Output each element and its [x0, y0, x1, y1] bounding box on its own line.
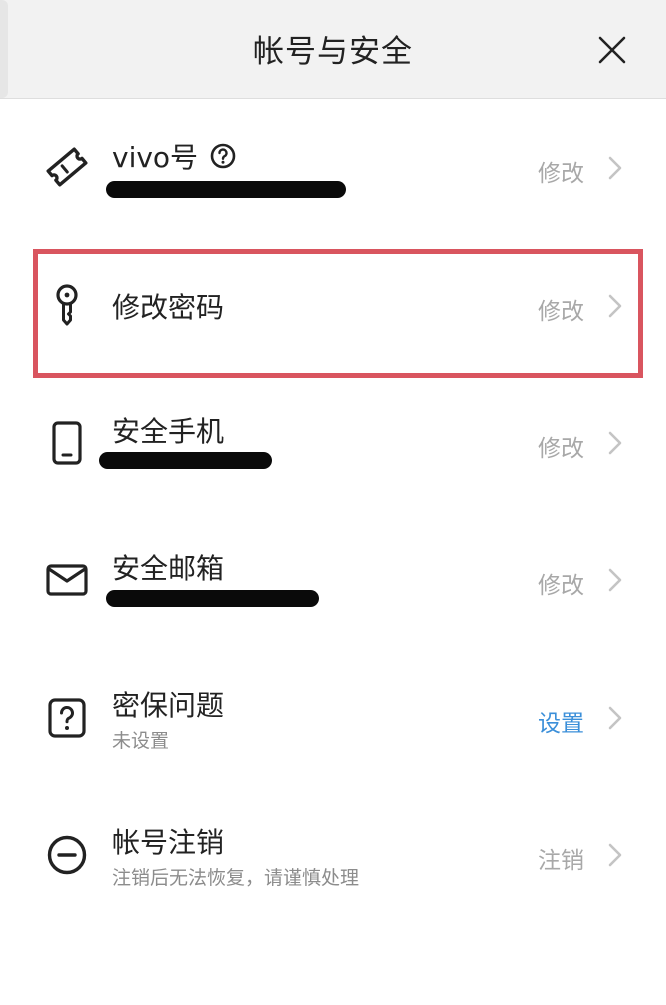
chevron-right-icon [608, 568, 622, 592]
page-title: 帐号与安全 [253, 34, 413, 70]
question-icon [44, 695, 90, 741]
row-security-email[interactable]: 安全邮箱 修改 [0, 520, 666, 640]
chevron-right-icon [608, 431, 622, 455]
row-title: 密保问题 [112, 689, 225, 722]
mail-icon [44, 557, 90, 603]
close-button[interactable] [590, 28, 634, 72]
redacted-value [99, 452, 272, 469]
row-title: vivo号 [112, 136, 236, 176]
row-vivo-id[interactable]: vivo号 修改 [0, 108, 666, 228]
row-subtitle: 注销后无法恢复，请谨慎处理 [112, 867, 360, 889]
chevron-right-icon [608, 156, 622, 180]
row-security-question[interactable]: 密保问题 未设置 设置 [0, 658, 666, 778]
minus-circle-icon [44, 832, 90, 878]
action-link[interactable]: 注销 [538, 841, 584, 875]
chevron-right-icon [608, 843, 622, 867]
help-icon[interactable] [210, 143, 236, 169]
chevron-right-icon [608, 706, 622, 730]
row-cancel-account[interactable]: 帐号注销 注销后无法恢复，请谨慎处理 注销 [0, 795, 666, 915]
redacted-value [106, 590, 319, 607]
row-title: 安全手机 [112, 415, 225, 448]
header-bar: 帐号与安全 [0, 0, 666, 99]
ticket-icon [44, 144, 90, 190]
vivo-id-label: vivo号 [112, 141, 199, 174]
highlight-box [33, 249, 643, 378]
close-icon [598, 36, 626, 64]
row-subtitle: 未设置 [112, 730, 170, 752]
row-title: 安全邮箱 [112, 552, 225, 585]
action-link[interactable]: 修改 [538, 154, 584, 188]
row-title: 帐号注销 [112, 826, 225, 859]
action-link[interactable]: 修改 [538, 566, 584, 600]
row-security-phone[interactable]: 安全手机 修改 [0, 383, 666, 503]
redacted-value [106, 181, 346, 198]
phone-icon [44, 420, 90, 466]
action-link[interactable]: 设置 [538, 704, 584, 738]
action-link[interactable]: 修改 [538, 429, 584, 463]
